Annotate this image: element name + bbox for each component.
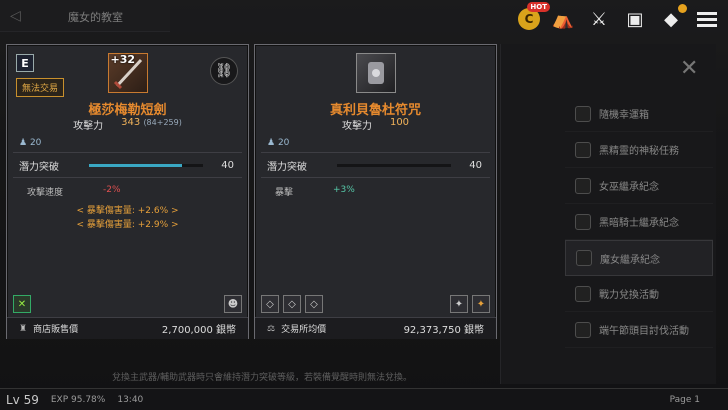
attack-label: 攻擊力 — [341, 121, 372, 132]
scale-icon: ⚖ — [267, 323, 276, 334]
attack-value: 343 — [121, 117, 141, 128]
price-value: 92,373,750 銀幣 — [403, 325, 484, 336]
crit-bonus-2: < 暴擊傷害量: +2.9% > — [76, 220, 179, 230]
potential-bar-fill — [89, 163, 183, 167]
item-tooltip-left: E 無法交易 +32 ⛓ 極莎梅勒短劍 攻擊力 343 (84+259) ♟ 2… — [6, 44, 249, 339]
potential-label: 潛力突破 — [267, 161, 307, 173]
sword-buff-icon[interactable]: ✕ — [13, 295, 31, 313]
camp-tent-icon[interactable]: ⛺ — [550, 6, 576, 32]
status-bar: Lv 59 EXP 95.78% 13:40 Page 1 — [0, 388, 728, 410]
stat-value: +3% — [333, 185, 355, 195]
page-indicator: Page 1 — [669, 394, 700, 405]
stat-value: -2% — [103, 185, 121, 195]
crossed-axes-icon[interactable]: ⚔ — [586, 6, 612, 32]
required-level: ♟ 20 — [267, 138, 290, 148]
rune-gold-icon[interactable]: ✦ — [472, 295, 490, 313]
potential-value: 40 — [469, 159, 482, 171]
item-header: E 無法交易 +32 ⛓ 極莎梅勒短劍 攻擊力 343 (84+259) — [7, 45, 248, 133]
stat-label: 攻擊速度 — [27, 188, 64, 198]
card-bottom-icons: ✕ ☻ — [13, 295, 242, 315]
potential-bar — [337, 163, 451, 167]
price-label: 商店販售價 — [33, 325, 79, 335]
skull-gem-icon[interactable]: ☻ — [224, 295, 242, 313]
potential-label: 潛力突破 — [19, 161, 59, 173]
price-row: ⚖ 交易所均價 92,373,750 銀幣 — [255, 317, 496, 339]
potential-value: 40 — [221, 159, 234, 171]
talisman-icon — [355, 53, 396, 93]
item-name: 真利貝魯杜符咒 — [329, 103, 421, 118]
notification-dot — [678, 4, 687, 13]
crit-bonus-1: < 暴擊傷害量: +2.6% > — [76, 206, 179, 216]
divider — [13, 177, 242, 178]
attack-breakdown: (84+259) — [143, 118, 182, 127]
money-bag-icon: ♜ — [19, 323, 28, 334]
enhance-level: +32 — [110, 53, 136, 66]
stat-row: 攻擊速度 -2% — [27, 185, 121, 198]
gem-slot-icon[interactable]: ◇ — [305, 295, 323, 313]
player-level: Lv 59 — [6, 392, 39, 407]
item-tooltip-right: 真利貝魯杜符咒 攻擊力 100 ♟ 20 潛力突破 40 暴擊 +3% ◇ ◇ … — [254, 44, 497, 339]
stat-row: 暴擊 +3% — [275, 185, 355, 198]
dagger-icon: +32 — [107, 53, 148, 93]
attack-row: 攻擊力 100 — [255, 117, 496, 132]
menu-icon[interactable] — [694, 6, 720, 32]
rune-blue-icon[interactable]: ✦ — [450, 295, 468, 313]
price-row: ♜ 商店販售價 2,700,000 銀幣 — [7, 317, 248, 339]
price-label: 交易所均價 — [281, 325, 327, 335]
clock-time: 13:40 — [117, 394, 144, 405]
stat-label: 暴擊 — [275, 188, 294, 198]
item-header: 真利貝魯杜符咒 攻擊力 100 — [255, 45, 496, 133]
item-name: 極莎梅勒短劍 — [88, 103, 167, 118]
potential-row: 潛力突破 40 — [267, 158, 482, 173]
coin-shop-icon[interactable]: C HOT — [518, 2, 550, 30]
quest-alert-icon[interactable]: ◆ — [658, 4, 687, 32]
divider — [261, 177, 490, 178]
grade-badge: E — [16, 54, 34, 72]
price-value: 2,700,000 銀幣 — [161, 325, 236, 336]
link-icon[interactable]: ⛓ — [210, 57, 238, 85]
required-level: ♟ 20 — [19, 138, 42, 148]
divider — [261, 152, 490, 153]
gem-slot-icon[interactable]: ◇ — [283, 295, 301, 313]
potential-bar — [89, 163, 203, 167]
attack-label: 攻擊力 — [73, 121, 104, 132]
top-toolbar: C HOT ⛺ ⚔ ▣ ◆ — [518, 2, 720, 32]
attack-row: 攻擊力 343 (84+259) — [7, 117, 248, 132]
gem-slot-icon[interactable]: ◇ — [261, 295, 279, 313]
potential-row: 潛力突破 40 — [19, 158, 234, 173]
inventory-bag-icon[interactable]: ▣ — [622, 6, 648, 32]
attack-value: 100 — [389, 117, 410, 128]
hot-badge: HOT — [527, 2, 550, 12]
divider — [13, 152, 242, 153]
exp-percent: EXP 95.78% — [50, 394, 106, 405]
card-bottom-icons: ◇ ◇ ◇ ✦ ✦ — [261, 295, 490, 315]
untradeable-tag: 無法交易 — [16, 78, 65, 97]
